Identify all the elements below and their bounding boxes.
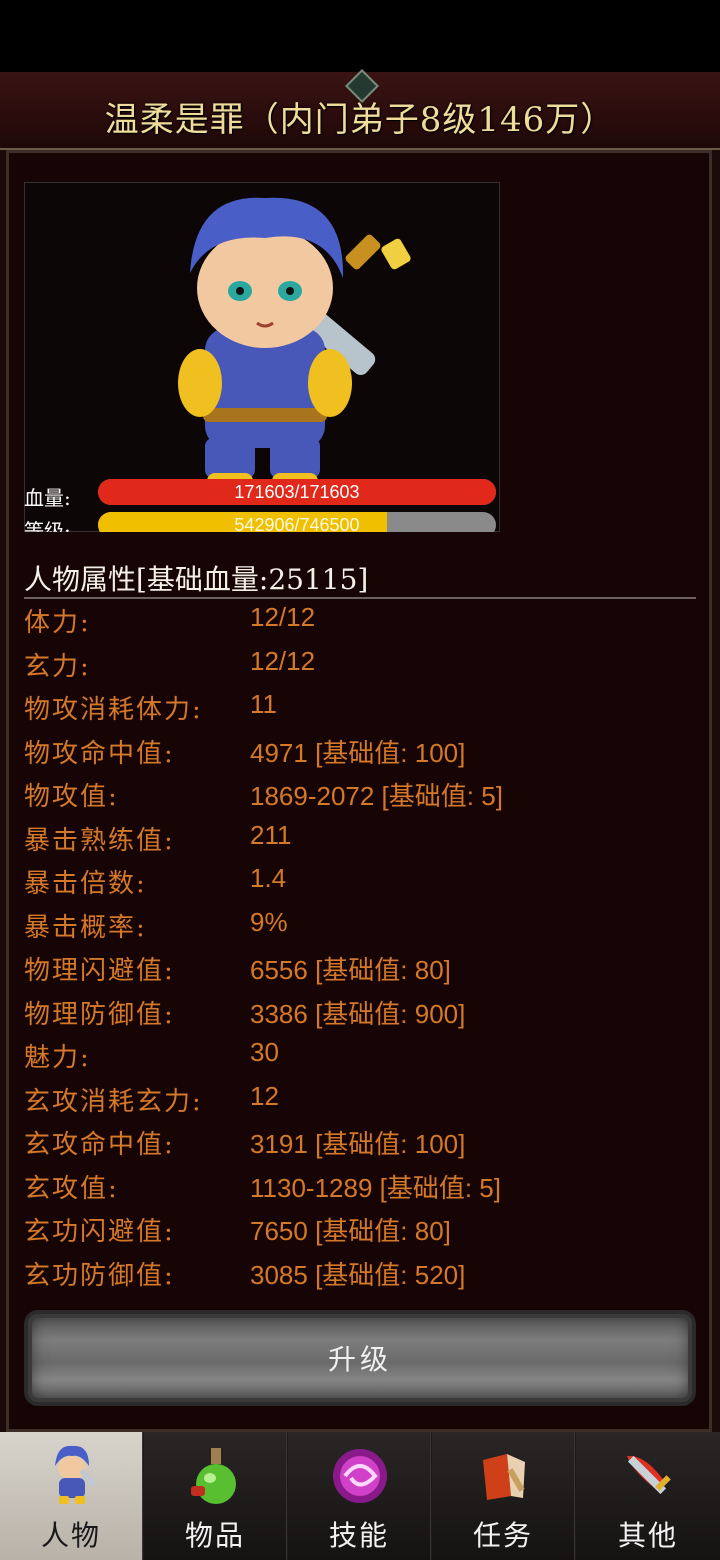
nav-tab-character[interactable]: 人物 xyxy=(0,1432,143,1560)
attribute-value: 9% xyxy=(250,907,288,937)
sword-icon xyxy=(627,1455,671,1495)
attribute-value: 11 xyxy=(250,689,277,719)
status-bar xyxy=(0,0,720,72)
attribute-row: 物攻值: 1869-2072 [基础值: 5] xyxy=(24,776,704,816)
attribute-label: 暴击熟练值: xyxy=(24,826,175,856)
level-bar-clip: 542906/746500 xyxy=(98,512,496,532)
attribute-value: 3085 [基础值: 520] xyxy=(250,1260,466,1290)
nav-label-character: 人物 xyxy=(40,1519,101,1552)
attribute-value: 30 xyxy=(250,1037,279,1067)
nav-label-skills: 技能 xyxy=(328,1519,389,1552)
attribute-row: 物理闪避值: 6556 [基础值: 80] xyxy=(24,950,704,990)
attribute-row: 玄功防御值: 3085 [基础值: 520] xyxy=(24,1255,704,1295)
attribute-label: 物攻消耗体力: xyxy=(24,695,203,725)
attribute-value: 211 xyxy=(250,820,292,850)
quest-icon xyxy=(483,1454,525,1500)
level-label: 等级: xyxy=(24,519,71,532)
attribute-value: 3386 [基础值: 900] xyxy=(250,999,466,1029)
attribute-value: 12/12 xyxy=(250,602,316,632)
attribute-label: 玄功防御值: xyxy=(24,1261,175,1291)
attribute-label: 魅力: xyxy=(24,1043,91,1073)
nav-tab-skills[interactable]: 技能 xyxy=(288,1432,431,1560)
attribute-label: 玄攻命中值: xyxy=(24,1130,175,1160)
attribute-label: 玄功闪避值: xyxy=(24,1217,175,1247)
attribute-value: 1869-2072 [基础值: 5] xyxy=(250,781,503,811)
nav-label-other: 其他 xyxy=(617,1519,678,1552)
level-value: 542906/746500 xyxy=(234,515,360,532)
bottom-nav: 人物 物品 技能 任务 其他 xyxy=(0,1432,720,1560)
nav-label-quests: 任务 xyxy=(472,1519,533,1552)
attribute-row: 暴击熟练值: 211 xyxy=(24,820,704,860)
attribute-label: 暴击概率: xyxy=(24,913,147,943)
attribute-label: 玄攻值: xyxy=(24,1174,119,1204)
attribute-label: 物攻值: xyxy=(24,782,119,812)
attribute-row: 玄攻命中值: 3191 [基础值: 100] xyxy=(24,1124,704,1164)
attribute-row: 物攻命中值: 4971 [基础值: 100] xyxy=(24,733,704,773)
attribute-row: 玄攻消耗玄力: 12 xyxy=(24,1081,704,1121)
skill-orb-icon xyxy=(333,1449,387,1503)
attributes-title: 人物属性[基础血量:25115] xyxy=(24,563,369,596)
nav-tab-other[interactable]: 其他 xyxy=(576,1432,720,1560)
attribute-value: 7650 [基础值: 80] xyxy=(250,1216,451,1246)
nav-label-items: 物品 xyxy=(184,1519,245,1552)
attribute-label: 玄攻消耗玄力: xyxy=(24,1087,203,1117)
nav-tab-quests[interactable]: 任务 xyxy=(432,1432,575,1560)
attribute-value: 1.4 xyxy=(250,863,287,893)
attribute-row: 暴击概率: 9% xyxy=(24,907,704,947)
upgrade-button[interactable]: 升级 xyxy=(24,1310,696,1406)
attributes-divider xyxy=(24,597,696,599)
attribute-value: 6556 [基础值: 80] xyxy=(250,955,451,985)
attribute-value: 12/12 xyxy=(250,646,316,676)
attribute-value: 4971 [基础值: 100] xyxy=(250,738,466,768)
attribute-row: 物攻消耗体力: 11 xyxy=(24,689,704,729)
attribute-row: 玄攻值: 1130-1289 [基础值: 5] xyxy=(24,1168,704,1208)
level-bar: 542906/746500 xyxy=(98,512,496,532)
attribute-row: 物理防御值: 3386 [基础值: 900] xyxy=(24,994,704,1034)
potion-icon xyxy=(191,1448,236,1504)
character-icon xyxy=(55,1445,97,1504)
attribute-row: 体力: 12/12 xyxy=(24,602,704,642)
attribute-label: 体力: xyxy=(24,608,91,638)
attribute-label: 玄力: xyxy=(24,652,91,682)
attribute-value: 1130-1289 [基础值: 5] xyxy=(250,1173,501,1203)
attribute-value: 3191 [基础值: 100] xyxy=(250,1129,466,1159)
character-title: 温柔是罪（内门弟子8级146万） xyxy=(104,100,616,140)
attribute-label: 暴击倍数: xyxy=(24,869,147,899)
hp-bar: 171603/171603 xyxy=(98,479,496,505)
attribute-row: 玄力: 12/12 xyxy=(24,646,704,686)
nav-tab-items[interactable]: 物品 xyxy=(144,1432,287,1560)
attribute-label: 物攻命中值: xyxy=(24,739,175,769)
attribute-row: 暴击倍数: 1.4 xyxy=(24,863,704,903)
attribute-label: 物理闪避值: xyxy=(24,956,175,986)
hp-label: 血量: xyxy=(24,486,71,510)
attribute-row: 魅力: 30 xyxy=(24,1037,704,1077)
attribute-value: 12 xyxy=(250,1081,279,1111)
attribute-label: 物理防御值: xyxy=(24,1000,175,1030)
attribute-row: 玄功闪避值: 7650 [基础值: 80] xyxy=(24,1211,704,1251)
hp-value: 171603/171603 xyxy=(234,482,360,502)
